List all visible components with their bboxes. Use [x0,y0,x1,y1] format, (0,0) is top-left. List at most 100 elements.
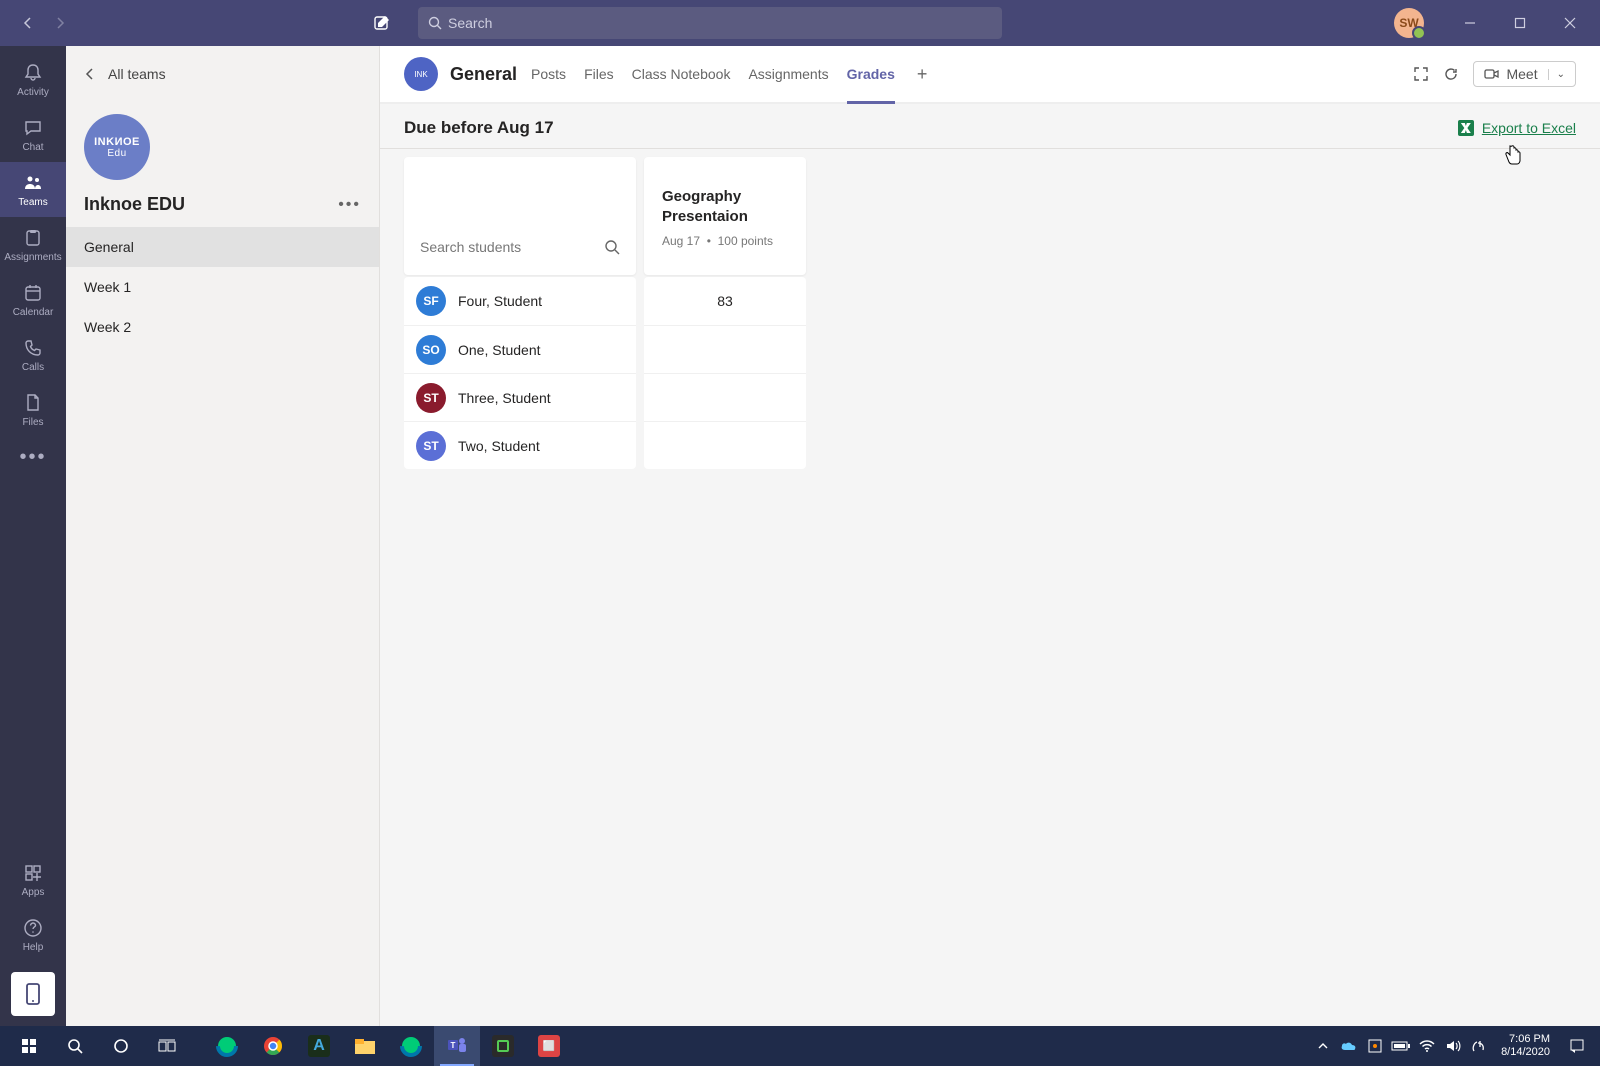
nav-back-button[interactable] [14,9,42,37]
rail-activity[interactable]: Activity [0,52,66,107]
all-teams-label: All teams [108,66,166,82]
user-avatar[interactable]: SW [1394,8,1424,38]
student-row[interactable]: STThree, Student [404,373,636,421]
meet-button[interactable]: Meet ⌄ [1473,61,1576,87]
taskbar-app-chrome[interactable] [250,1026,296,1066]
team-logo-subtext: Edu [107,148,126,159]
taskbar-notifications[interactable] [1560,1026,1594,1066]
export-to-excel-link[interactable]: Export to Excel [1458,120,1576,136]
channel-header: INK General Posts Files Class Notebook A… [380,46,1600,104]
student-row[interactable]: ST Two, Student [404,421,636,469]
chevron-down-icon[interactable]: ⌄ [1548,69,1565,80]
rail-calendar[interactable]: Calendar [0,272,66,327]
tray-onedrive-icon[interactable] [1337,1026,1361,1066]
taskbar-app-explorer[interactable] [342,1026,388,1066]
search-box[interactable] [418,7,1002,39]
left-panel: All teams INKИOE Edu Inknoe EDU ••• Gene… [66,46,380,1026]
assignment-header[interactable]: Geography Presentaion Aug 17 • 100 point… [644,157,806,275]
tab-grades[interactable]: Grades [847,46,895,102]
tray-battery-icon[interactable] [1389,1026,1413,1066]
taskbar-app-teams[interactable]: T [434,1026,480,1066]
student-row[interactable]: SFFour, Student [404,277,636,325]
channel-item-general[interactable]: General [66,227,379,267]
due-title: Due before Aug 17 [404,118,554,138]
taskbar-app-a[interactable]: A [296,1026,342,1066]
grade-cell[interactable] [644,325,806,373]
bell-icon [23,61,43,85]
student-row[interactable]: SOOne, Student [404,325,636,373]
taskbar-app-camtasia2[interactable]: ⬜ [526,1026,572,1066]
team-logo-text: INKИOE [94,136,140,148]
search-students-placeholder: Search students [420,239,521,255]
channel-logo: INK [404,57,438,91]
rail-calls[interactable]: Calls [0,327,66,382]
channel-name: General [450,64,517,85]
all-teams-link[interactable]: All teams [66,46,379,102]
titlebar: SW [0,0,1600,46]
add-tab-button[interactable]: + [917,64,928,85]
search-icon [428,16,442,30]
student-avatar: SF [416,286,446,316]
start-button[interactable] [6,1026,52,1066]
rail-files[interactable]: Files [0,382,66,437]
rail-more[interactable]: ••• [0,437,66,477]
student-name: Three, Student [458,390,551,406]
channel-list: General Week 1 Week 2 [66,223,379,347]
phone-icon [23,336,43,360]
rail-chat[interactable]: Chat [0,107,66,162]
taskbar-search[interactable] [52,1026,98,1066]
tray-update-icon[interactable] [1363,1026,1387,1066]
refresh-button[interactable] [1443,66,1459,82]
channel-item-week1[interactable]: Week 1 [66,267,379,307]
calendar-icon [23,281,43,305]
student-name: Two, Student [458,438,540,454]
window-maximize-button[interactable] [1498,7,1542,39]
compose-button[interactable] [364,5,400,41]
taskbar-clock[interactable]: 7:06 PM 8/14/2020 [1493,1033,1558,1059]
team-logo[interactable]: INKИOE Edu [84,114,150,180]
tab-posts[interactable]: Posts [531,46,566,102]
taskbar-cortana[interactable] [98,1026,144,1066]
search-students-input[interactable]: Search students [420,239,620,261]
team-name: Inknoe EDU [84,194,185,215]
window-minimize-button[interactable] [1448,7,1492,39]
grade-cell[interactable] [644,421,806,469]
rail-apps[interactable]: Apps [0,852,66,907]
taskbar-app-edge[interactable] [204,1026,250,1066]
window-close-button[interactable] [1548,7,1592,39]
search-input[interactable] [448,15,992,31]
rail-label: Files [22,417,43,428]
student-avatar: ST [416,431,446,461]
tab-class-notebook[interactable]: Class Notebook [632,46,731,102]
app-rail: Activity Chat Teams Assignments Calendar… [0,46,66,1026]
taskbar-app-edge2[interactable] [388,1026,434,1066]
more-icon: ••• [19,445,46,469]
clock-date: 8/14/2020 [1501,1046,1550,1059]
tab-files[interactable]: Files [584,46,614,102]
tray-chevron-up-icon[interactable] [1311,1026,1335,1066]
tray-language-icon[interactable] [1467,1026,1491,1066]
nav-forward-button[interactable] [46,9,74,37]
rail-teams[interactable]: Teams [0,162,66,217]
expand-button[interactable] [1413,66,1429,82]
taskbar-app-camtasia1[interactable] [480,1026,526,1066]
channel-item-week2[interactable]: Week 2 [66,307,379,347]
taskbar-taskview[interactable] [144,1026,190,1066]
rail-mobile-button[interactable] [11,972,55,1016]
tray-wifi-icon[interactable] [1415,1026,1439,1066]
rail-label: Teams [18,197,47,208]
team-more-button[interactable]: ••• [338,196,361,214]
grades-area: Search students SFFour, StudentSOOne, St… [380,149,1600,477]
rail-label: Assignments [4,252,61,263]
rail-help[interactable]: Help [0,907,66,962]
rail-label: Help [23,942,44,953]
grade-cell[interactable]: 83 [644,277,806,325]
student-name: One, Student [458,342,541,358]
search-icon [604,239,620,255]
tray-volume-icon[interactable] [1441,1026,1465,1066]
excel-icon [1458,120,1474,136]
grade-cell[interactable] [644,373,806,421]
teams-icon [23,171,43,195]
rail-assignments[interactable]: Assignments [0,217,66,272]
tab-assignments[interactable]: Assignments [748,46,828,102]
